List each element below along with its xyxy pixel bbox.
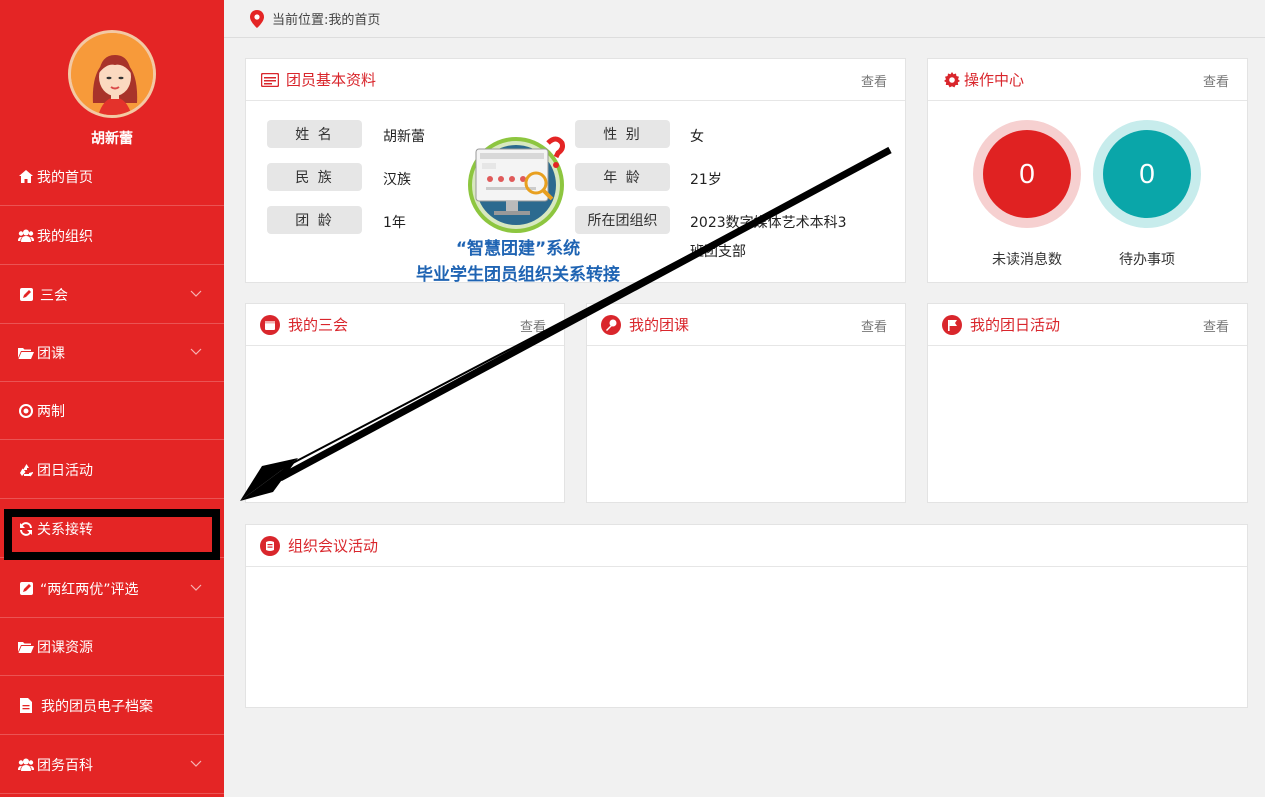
sidebar-item-label: 团课 [37, 345, 65, 362]
sidebar-item-label: 三会 [40, 287, 68, 304]
sidebar-item-encyclopedia[interactable]: 团务百科 [0, 736, 224, 794]
view-link[interactable]: 查看 [520, 316, 546, 335]
card-title: 我的团课 [629, 316, 690, 334]
sidebar-item-label: 两制 [37, 403, 65, 420]
sidebar-item-three-meetings[interactable]: 三会 [0, 266, 224, 324]
highlight-box [4, 509, 220, 560]
view-link[interactable]: 查看 [1203, 316, 1229, 335]
id-card-icon [260, 70, 280, 90]
recycle-icon [18, 462, 34, 478]
sidebar-item-label: 团务百科 [37, 757, 93, 774]
org-meetings-card-header: 组织会议活动 [246, 525, 1247, 567]
three-meetings-card: 我的三会 查看 [245, 303, 565, 503]
chevron-down-icon [190, 756, 202, 772]
sidebar-item-label: 团课资源 [37, 639, 93, 656]
list-icon [260, 535, 280, 556]
sidebar-item-my-organization[interactable]: 我的组织 [0, 207, 224, 265]
field-label-age: 年 龄 [575, 163, 670, 191]
card-title: 组织会议活动 [288, 537, 379, 555]
field-value-organization: 2023数字媒体艺术本科3 [690, 215, 847, 231]
sidebar-item-lesson-resources[interactable]: 团课资源 [0, 618, 224, 676]
edit-icon [18, 287, 34, 303]
username: 胡新蕾 [91, 131, 133, 147]
sidebar-item-two-systems[interactable]: 两制 [0, 382, 224, 440]
field-value-gender: 女 [690, 129, 704, 145]
chevron-down-icon [190, 344, 202, 360]
system-caption-line1: “智慧团建”系统 [455, 239, 581, 259]
field-value-age: 21岁 [690, 172, 722, 188]
system-caption-line2: 毕业学生团员组织关系转接 [416, 265, 620, 285]
field-label-name: 姓 名 [267, 120, 362, 148]
sidebar-item-e-archive[interactable]: 我的团员电子档案 [0, 677, 224, 735]
sidebar-item-selection[interactable]: “两红两优”评选 [0, 560, 224, 618]
profile-card-header: 团员基本资料 查看 [246, 59, 905, 101]
sidebar: 胡新蕾 我的首页 我的组织 三会 团课 两制 团日活动 关系接转 “两红两优”评… [0, 0, 224, 797]
breadcrumb: 当前位置:我的首页 [224, 0, 1265, 38]
view-link[interactable]: 查看 [861, 71, 887, 90]
breadcrumb-text: 当前位置:我的首页 [272, 13, 381, 28]
sidebar-item-league-day[interactable]: 团日活动 [0, 441, 224, 499]
gear-icon [942, 70, 962, 90]
unread-counter[interactable]: 0 [973, 120, 1081, 228]
sidebar-item-label: 团日活动 [37, 462, 93, 479]
field-value-name: 胡新蕾 [383, 129, 425, 145]
folder-open-icon [18, 345, 34, 361]
sidebar-item-lessons[interactable]: 团课 [0, 324, 224, 382]
field-label-gender: 性 别 [575, 120, 670, 148]
microphone-icon [601, 314, 621, 335]
sidebar-item-label: 我的组织 [37, 228, 93, 245]
chevron-down-icon [190, 286, 202, 302]
system-illustration [464, 135, 568, 235]
view-link[interactable]: 查看 [1203, 71, 1229, 90]
chevron-down-icon [190, 580, 202, 596]
field-label-organization: 所在团组织 [575, 206, 670, 234]
users-icon [18, 228, 34, 244]
folder-open-icon [18, 639, 34, 655]
todo-label: 待办事项 [1119, 252, 1175, 268]
card-title: 操作中心 [964, 71, 1025, 89]
avatar-image [71, 33, 153, 115]
home-icon [18, 169, 34, 185]
todo-count: 0 [1103, 130, 1191, 218]
field-label-league-age: 团 龄 [267, 206, 362, 234]
file-icon [18, 698, 34, 714]
flag-icon [942, 314, 962, 335]
sidebar-item-home[interactable]: 我的首页 [0, 148, 224, 206]
card-title: 团员基本资料 [286, 71, 377, 89]
sidebar-item-label: 我的首页 [37, 169, 93, 186]
unread-count: 0 [983, 130, 1071, 218]
view-link[interactable]: 查看 [861, 316, 887, 335]
unread-label: 未读消息数 [992, 252, 1062, 268]
field-value-league-age: 1年 [383, 215, 406, 231]
three-meetings-card-header: 我的三会 查看 [246, 304, 564, 346]
org-meetings-card: 组织会议活动 [245, 524, 1248, 708]
my-lessons-card: 我的团课 查看 [586, 303, 906, 503]
edit-icon [18, 581, 34, 597]
todo-counter[interactable]: 0 [1093, 120, 1201, 228]
avatar[interactable] [68, 30, 156, 118]
calendar-icon [260, 314, 280, 335]
users-icon [18, 757, 34, 773]
league-day-card: 我的团日活动 查看 [927, 303, 1248, 503]
field-value-organization-line2: 班团支部 [690, 244, 746, 260]
card-title: 我的团日活动 [970, 316, 1061, 334]
operations-card-header: 操作中心 查看 [928, 59, 1247, 101]
field-value-ethnicity: 汉族 [383, 172, 411, 188]
target-icon [18, 403, 34, 419]
card-title: 我的三会 [288, 316, 349, 334]
system-caption: “智慧团建”系统 毕业学生团员组织关系转接 [398, 236, 638, 288]
sidebar-item-label: 我的团员电子档案 [41, 698, 153, 715]
my-lessons-card-header: 我的团课 查看 [587, 304, 905, 346]
sidebar-item-label: “两红两优”评选 [40, 581, 139, 598]
location-pin-icon [250, 9, 264, 28]
league-day-card-header: 我的团日活动 查看 [928, 304, 1247, 346]
field-label-ethnicity: 民 族 [267, 163, 362, 191]
